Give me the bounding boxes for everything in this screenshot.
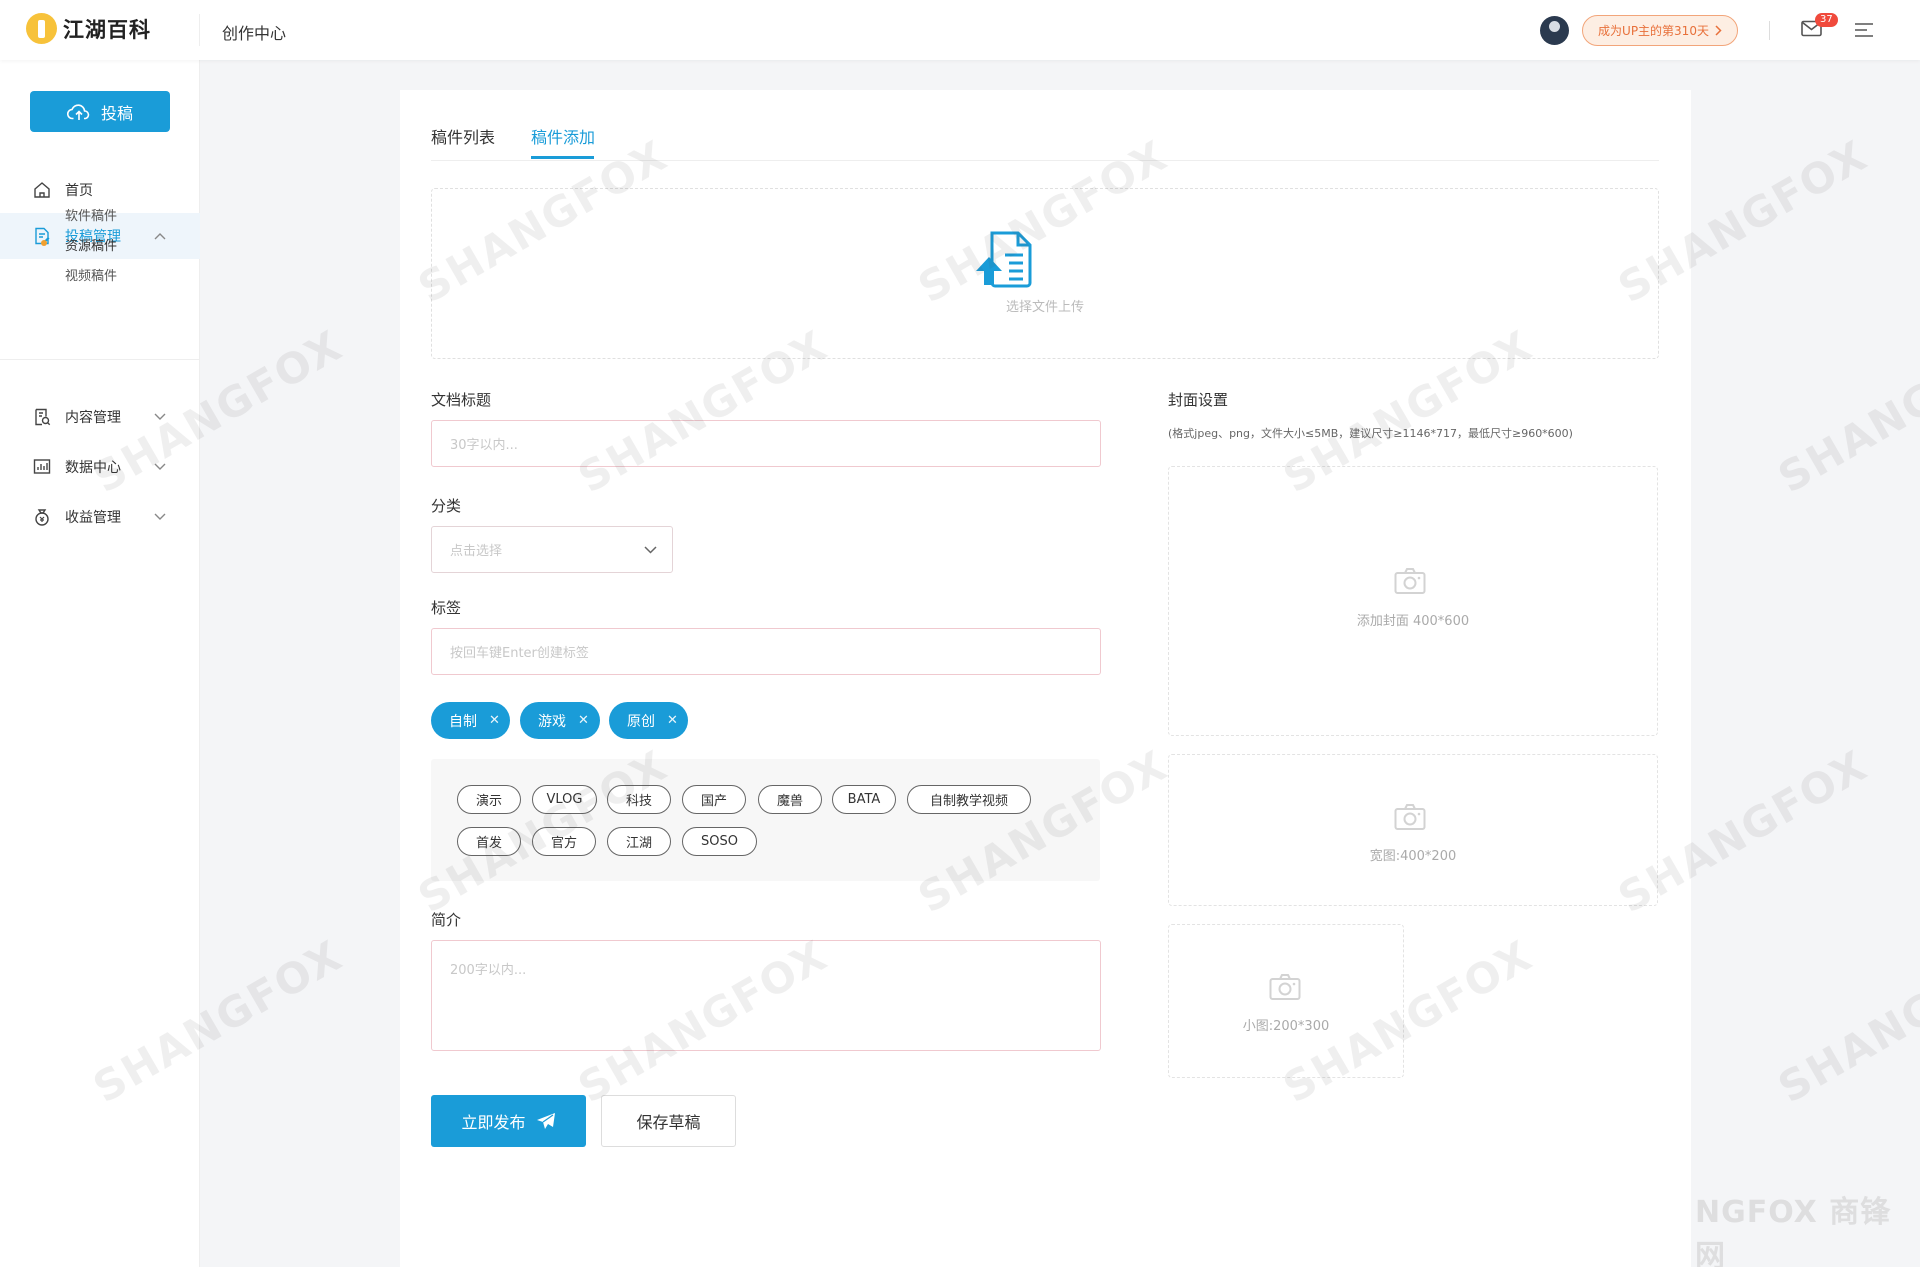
chart-icon: [33, 459, 51, 474]
sidebar-item-label: 内容管理: [65, 410, 121, 426]
suggested-tag[interactable]: 首发: [457, 827, 521, 856]
save-draft-button[interactable]: 保存草稿: [601, 1095, 736, 1147]
up-days-badge[interactable]: 成为UP主的第310天: [1582, 15, 1738, 46]
chevron-down-icon: [154, 513, 166, 520]
sidebar: 投稿 首页 投稿管理 软件稿件 资源稿件 视频稿件 内容管理 数据中心 收益管理: [0, 60, 200, 1267]
publish-label: 立即发布: [461, 1113, 526, 1132]
submit-button[interactable]: 投稿: [30, 91, 170, 132]
top-header: 江湖百科 创作中心 成为UP主的第310天 37: [0, 0, 1920, 60]
header-divider-2: [1769, 21, 1770, 40]
selected-tag[interactable]: 游戏 ✕: [520, 702, 600, 739]
category-label: 分类: [431, 497, 462, 515]
cover-large-label: 添加封面 400*600: [1356, 614, 1470, 629]
cover-settings-title: 封面设置: [1168, 391, 1229, 409]
suggested-tag[interactable]: 科技: [607, 785, 671, 814]
upload-label: 选择文件上传: [1005, 300, 1084, 315]
camera-icon: [1269, 974, 1301, 1000]
close-icon[interactable]: ✕: [489, 713, 500, 728]
suggested-tag[interactable]: 江湖: [607, 827, 671, 856]
mail-count-badge: 37: [1815, 13, 1838, 27]
footer-watermark: NGFOX 商锋网: [1695, 1195, 1892, 1267]
menu-icon[interactable]: [1855, 22, 1873, 38]
content-search-icon: [35, 408, 51, 426]
suggested-tag[interactable]: 官方: [532, 827, 596, 856]
cover-upload-wide[interactable]: 宽图:400*200: [1168, 754, 1658, 906]
camera-icon: [1394, 568, 1426, 594]
tag-label: 自制: [449, 713, 477, 730]
site-logo[interactable]: 江湖百科: [26, 13, 151, 44]
section-title: 创作中心: [222, 24, 287, 43]
sub-item-video[interactable]: 视频稿件: [65, 265, 117, 284]
suggested-tag[interactable]: BATA: [832, 785, 896, 814]
active-dot: [41, 240, 47, 246]
sidebar-item-content[interactable]: 内容管理: [0, 394, 200, 440]
file-upload-area[interactable]: 选择文件上传: [431, 188, 1659, 359]
sidebar-item-data[interactable]: 数据中心: [0, 444, 200, 490]
camera-icon: [1394, 804, 1426, 830]
sidebar-item-revenue[interactable]: 收益管理: [0, 494, 200, 540]
publish-button[interactable]: 立即发布: [431, 1095, 586, 1147]
suggested-tag[interactable]: 魔兽: [758, 785, 822, 814]
tags-placeholder: 按回车键Enter创建标签: [450, 646, 589, 661]
selected-tag[interactable]: 自制 ✕: [431, 702, 510, 739]
chevron-down-icon: [154, 463, 166, 470]
suggested-tag[interactable]: 自制教学视频: [907, 785, 1031, 814]
tags-label: 标签: [431, 599, 462, 617]
cover-upload-large[interactable]: 添加封面 400*600: [1168, 466, 1658, 736]
sidebar-item-label: 首页: [65, 183, 93, 199]
file-upload-icon: [976, 231, 1032, 288]
close-icon[interactable]: ✕: [667, 713, 678, 728]
up-days-label: 成为UP主的第310天: [1598, 24, 1709, 38]
tag-label: 原创: [627, 713, 655, 730]
avatar[interactable]: [1540, 16, 1569, 45]
title-label: 文档标题: [431, 391, 492, 409]
suggested-tag[interactable]: VLOG: [532, 785, 597, 814]
watermark: SHANGFOX: [1770, 930, 1920, 1113]
sidebar-item-label: 数据中心: [65, 460, 121, 476]
title-placeholder: 30字以内...: [450, 438, 518, 453]
chevron-right-icon: [1715, 25, 1722, 36]
intro-label: 简介: [431, 911, 462, 929]
cover-wide-label: 宽图:400*200: [1369, 849, 1457, 864]
suggested-tags-panel: [431, 759, 1100, 881]
tag-label: 游戏: [538, 713, 566, 730]
sidebar-item-label: 收益管理: [65, 510, 121, 526]
tags-input[interactable]: 按回车键Enter创建标签: [431, 628, 1101, 675]
close-icon[interactable]: ✕: [578, 713, 589, 728]
chevron-down-icon: [644, 546, 657, 554]
intro-placeholder: 200字以内...: [450, 963, 527, 978]
cover-upload-small[interactable]: 小图:200*300: [1168, 924, 1404, 1078]
money-bag-icon: [35, 509, 49, 526]
tab-list[interactable]: 稿件列表: [431, 124, 495, 148]
header-divider: [199, 14, 200, 46]
tab-divider: [431, 160, 1659, 161]
sub-item-software[interactable]: 软件稿件: [65, 205, 117, 224]
home-icon: [34, 182, 50, 198]
draft-label: 保存草稿: [636, 1113, 701, 1132]
category-placeholder: 点击选择: [450, 544, 503, 559]
logo-text: 江湖百科: [63, 17, 151, 42]
suggested-tag[interactable]: SOSO: [682, 827, 757, 856]
active-tab-indicator: [531, 156, 594, 159]
logo-icon: [26, 13, 57, 44]
sidebar-divider: [0, 359, 199, 360]
suggested-tag[interactable]: 国产: [682, 785, 746, 814]
tab-add[interactable]: 稿件添加: [531, 124, 595, 148]
sub-item-resources[interactable]: 资源稿件: [65, 235, 117, 254]
send-icon: [536, 1113, 555, 1129]
intro-textarea[interactable]: 200字以内...: [431, 940, 1101, 1051]
title-input[interactable]: 30字以内...: [431, 420, 1101, 467]
submit-label: 投稿: [100, 103, 133, 123]
chevron-up-icon: [154, 233, 166, 240]
watermark: SHANGFOX: [1770, 320, 1920, 503]
category-select[interactable]: 点击选择: [431, 526, 673, 573]
cover-small-label: 小图:200*300: [1242, 1019, 1330, 1034]
selected-tag[interactable]: 原创 ✕: [609, 702, 688, 739]
chevron-down-icon: [154, 413, 166, 420]
cover-hint: (格式jpeg、png，文件大小≤5MB，建议尺寸≥1146*717，最低尺寸≥…: [1168, 427, 1573, 440]
suggested-tag[interactable]: 演示: [457, 785, 521, 814]
cloud-upload-icon: [66, 103, 90, 120]
